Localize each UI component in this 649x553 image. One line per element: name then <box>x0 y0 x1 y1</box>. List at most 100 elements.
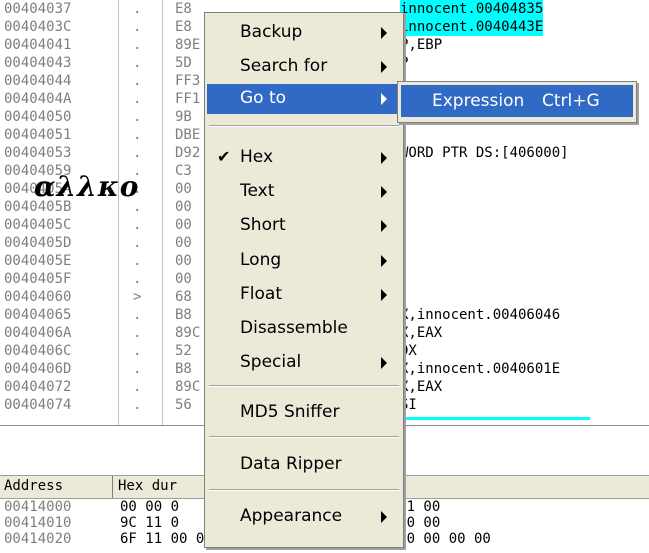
hex-cell: FF1 <box>175 91 201 107</box>
submenu-arrow-icon <box>381 511 387 523</box>
hex-cell: B8 <box>175 307 192 323</box>
address-cell: 00404041 <box>4 37 72 53</box>
submenu-arrow-icon <box>381 289 387 301</box>
menu-item-float[interactable]: Float <box>207 280 401 310</box>
submenu-arrow-icon <box>381 61 387 73</box>
hex-cell: D92 <box>175 145 201 161</box>
address-cell: 00404043 <box>4 55 72 71</box>
marker-cell: . <box>133 217 142 233</box>
hex-cell: 56 <box>175 397 192 413</box>
address-cell: 0040404A <box>4 91 72 107</box>
hex-cell: E8 <box>175 1 192 17</box>
hex-cell: C3 <box>175 163 192 179</box>
hex-cell: 00 <box>175 235 192 251</box>
menu-item-text[interactable]: Text <box>207 177 401 207</box>
hex-cell: 00 <box>175 199 192 215</box>
marker-cell: . <box>133 55 142 71</box>
address-cell: 00414000 <box>4 499 72 515</box>
marker-cell: . <box>133 145 142 161</box>
menu-separator <box>209 489 399 491</box>
context-menu: Backup Search for Go to ✔ Hex Text Short… <box>204 12 404 548</box>
address-cell: 00414010 <box>4 515 72 531</box>
marker-cell: . <box>133 307 142 323</box>
selection-highlight <box>400 417 590 420</box>
checkmark-icon: ✔ <box>217 147 231 166</box>
comment-cell: X,EAX <box>400 379 443 395</box>
marker-cell: . <box>133 343 142 359</box>
menu-item-long[interactable]: Long <box>207 246 401 276</box>
hex-cell: B8 <box>175 361 192 377</box>
marker-cell: . <box>133 379 142 395</box>
marker-cell: . <box>133 37 142 53</box>
marker-cell: . <box>133 271 142 287</box>
address-cell: 0040405F <box>4 271 72 287</box>
hex-cell: 52 <box>175 343 192 359</box>
menu-item-expression[interactable]: Expression Ctrl+G <box>401 85 633 117</box>
hex-cell: 68 <box>175 289 192 305</box>
address-cell: 00404065 <box>4 307 72 323</box>
marker-cell: . <box>133 91 142 107</box>
hex-cell: 89E <box>175 37 201 53</box>
address-cell: 0040406D <box>4 361 72 377</box>
address-cell: 00404050 <box>4 109 72 125</box>
hex-cell: E8 <box>175 19 192 35</box>
address-cell: 00404051 <box>4 127 72 143</box>
menu-item-appearance[interactable]: Appearance <box>207 502 401 532</box>
menu-item-data-ripper[interactable]: Data Ripper <box>207 450 401 480</box>
comment-cell: innocent.00404835 <box>400 0 544 18</box>
marker-cell: . <box>133 397 142 413</box>
hex-cell: 00 <box>175 217 192 233</box>
hex-cell: FF3 <box>175 73 201 89</box>
menu-item-backup[interactable]: Backup <box>207 18 401 48</box>
menu-item-short[interactable]: Short <box>207 211 401 241</box>
address-cell: 0040406A <box>4 325 72 341</box>
marker-cell: . <box>133 109 142 125</box>
comment-cell: WORD PTR DS:[406000] <box>400 145 569 161</box>
menu-separator <box>209 385 399 387</box>
goto-submenu: Expression Ctrl+G <box>397 81 637 123</box>
overlay-handwritten-text: αλλκο <box>34 170 140 203</box>
address-cell: 00404037 <box>4 1 72 17</box>
marker-cell: . <box>133 253 142 269</box>
comment-cell: X,innocent.00406046 <box>400 307 561 323</box>
hex-cell: 5D <box>175 55 192 71</box>
shortcut-label: Ctrl+G <box>542 91 600 111</box>
menu-item-special[interactable]: Special <box>207 348 401 378</box>
marker-cell: . <box>133 73 142 89</box>
hex-cell: 9B <box>175 109 192 125</box>
address-cell: 0040403C <box>4 19 72 35</box>
submenu-arrow-icon <box>381 93 387 105</box>
marker-cell: . <box>133 19 142 35</box>
hex-cell: 00 <box>175 253 192 269</box>
address-cell: 00404053 <box>4 145 72 161</box>
comment-cell: innocent.0040443E <box>400 18 544 36</box>
address-cell: 0040405C <box>4 217 72 233</box>
marker-cell: > <box>133 289 142 305</box>
address-cell: 00414020 <box>4 531 72 547</box>
menu-item-search-for[interactable]: Search for <box>207 52 401 82</box>
hex-cell: 89C <box>175 379 201 395</box>
address-column-header[interactable]: Address <box>4 478 63 494</box>
menu-separator <box>209 436 399 438</box>
marker-cell: . <box>133 361 142 377</box>
comment-cell: X,EAX <box>400 325 443 341</box>
address-cell: 00404074 <box>4 397 72 413</box>
menu-item-disassemble[interactable]: Disassemble <box>207 314 401 344</box>
address-cell: 00404060 <box>4 289 72 305</box>
submenu-arrow-icon <box>381 357 387 369</box>
address-cell: 0040405E <box>4 253 72 269</box>
hex-cell: 89C <box>175 325 201 341</box>
hex-dump-column-header[interactable]: Hex dur <box>118 478 177 494</box>
menu-item-md5-sniffer[interactable]: MD5 Sniffer <box>207 398 401 428</box>
submenu-arrow-icon <box>381 27 387 39</box>
menu-item-hex[interactable]: ✔ Hex <box>207 143 401 173</box>
column-divider <box>112 476 113 498</box>
submenu-arrow-icon <box>381 220 387 232</box>
hex-cell: 00 <box>175 271 192 287</box>
address-cell: 00404044 <box>4 73 72 89</box>
marker-cell: . <box>133 325 142 341</box>
hex-cell: 00 <box>175 181 192 197</box>
submenu-arrow-icon <box>381 186 387 198</box>
menu-item-go-to[interactable]: Go to <box>207 84 401 114</box>
comment-cell: P,EBP <box>400 37 443 53</box>
